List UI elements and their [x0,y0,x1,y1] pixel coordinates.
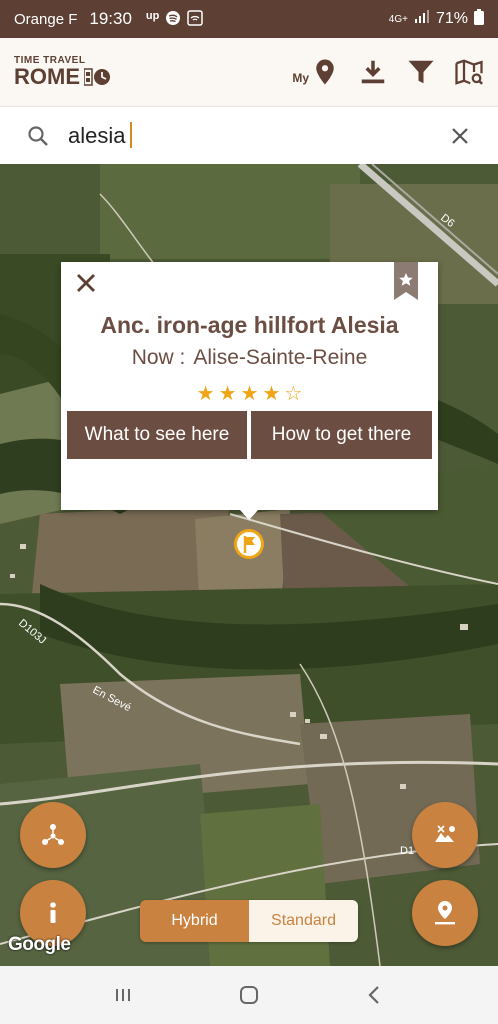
back-icon[interactable] [363,983,387,1007]
star-filled-icon: ★ [262,383,281,405]
what-to-see-button[interactable]: What to see here [67,411,247,459]
location-center-icon [435,901,455,925]
star-filled-icon: ★ [218,383,237,405]
nearby-icon [42,824,64,845]
signal-icon [414,9,430,29]
app-logo[interactable]: TIME TRAVEL ROME [14,56,112,88]
map-type-toggle: Hybrid Standard [140,900,358,942]
filter-icon [408,60,434,84]
now-prefix: Now : [131,346,186,369]
battery-icon [474,8,484,30]
up-app-icon: up [145,9,160,22]
carrier-label: Orange F [14,10,78,28]
wifi-icon [187,9,204,29]
battery-label: 71% [435,10,468,27]
road-label-d1: D1 [400,845,414,857]
search-bar [0,106,498,164]
place-now: Now : Alise-Sainte-Reine [61,346,438,370]
star-filled-icon: ★ [240,383,259,405]
search-icon [28,125,48,146]
clock: 19:30 [89,9,132,28]
my-label: My [292,71,309,85]
how-to-get-there-button[interactable]: How to get there [251,411,432,459]
rating-stars: ★ ★ ★ ★ ☆ [61,381,438,406]
center-location-button[interactable] [412,880,478,946]
logo-mark-icon [84,68,110,86]
spotify-icon [165,10,181,29]
logo-main-text: ROME [14,64,80,89]
map-search-icon [455,59,484,85]
recent-apps-icon[interactable] [111,983,135,1007]
place-title: Anc. iron-age hillfort Alesia [100,312,399,338]
network-label: 4G+ [388,13,408,25]
my-location-button[interactable]: My [292,57,340,87]
filter-button[interactable] [406,57,436,87]
search-input[interactable] [68,122,428,149]
download-button[interactable] [358,57,388,87]
map-search-button[interactable] [454,57,484,87]
location-marker-icon[interactable] [232,527,266,561]
text-caret [130,122,132,148]
star-empty-icon: ☆ [284,383,303,405]
location-pin-icon [316,59,334,85]
place-popup: Anc. iron-age hillfort Alesia Now : Alise… [61,262,438,520]
explore-icon [435,825,455,842]
star-filled-icon: ★ [196,383,215,405]
nearby-button[interactable] [20,802,86,868]
standard-option[interactable]: Standard [249,900,358,942]
download-icon [361,60,385,84]
hybrid-option[interactable]: Hybrid [140,900,249,942]
info-icon [50,902,56,923]
home-icon[interactable] [237,983,261,1007]
system-nav-bar [0,966,498,1024]
app-header: TIME TRAVEL ROME My [0,38,498,106]
close-popup-icon[interactable] [75,272,97,294]
clear-search-icon[interactable] [448,124,472,148]
now-place: Alise-Sainte-Reine [193,346,368,369]
explore-button[interactable] [412,802,478,868]
google-attribution: Google [8,934,71,955]
bookmark-icon[interactable] [394,262,418,300]
status-bar: Orange F 19:30 up 4G+ 71% [0,0,498,38]
